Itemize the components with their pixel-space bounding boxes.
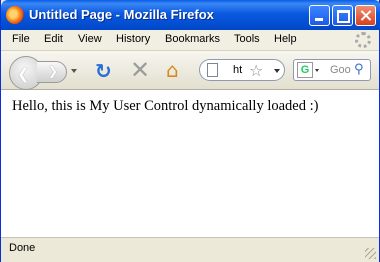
search-engine-dropdown-icon[interactable] xyxy=(315,69,319,72)
menu-edit[interactable]: Edit xyxy=(44,33,63,45)
resize-grip-icon[interactable] xyxy=(365,248,376,259)
menu-tools[interactable]: Tools xyxy=(234,33,260,45)
firefox-logo-icon xyxy=(6,6,24,24)
maximize-button[interactable] xyxy=(332,5,353,26)
search-icon[interactable]: ⚲ xyxy=(354,62,364,77)
title-bar[interactable]: Untitled Page - Mozilla Firefox xyxy=(1,0,380,30)
forward-button[interactable]: ❯ xyxy=(37,61,67,83)
page-message: Hello, this is My User Control dynamical… xyxy=(12,98,319,114)
url-input[interactable]: ht xyxy=(233,64,242,76)
navigation-toolbar: ❮ ❯ ↻ ✕ ⌂ ht ☆ G Goo ⚲ xyxy=(1,51,379,90)
page-icon xyxy=(207,63,218,77)
status-bar: Done xyxy=(1,237,379,262)
history-dropdown-icon[interactable] xyxy=(71,69,77,73)
menu-history[interactable]: History xyxy=(116,33,150,45)
stop-icon[interactable]: ✕ xyxy=(130,56,150,84)
reload-icon[interactable]: ↻ xyxy=(95,59,112,83)
close-button[interactable] xyxy=(355,5,376,26)
url-bar[interactable]: ht ☆ xyxy=(199,59,285,81)
menu-bar: File Edit View History Bookmarks Tools H… xyxy=(1,30,379,51)
window-title: Untitled Page - Mozilla Firefox xyxy=(29,7,214,22)
forward-arrow-icon: ❯ xyxy=(48,64,59,78)
menu-file[interactable]: File xyxy=(12,33,30,45)
search-input[interactable]: Goo xyxy=(330,64,351,76)
browser-window: Untitled Page - Mozilla Firefox File Edi… xyxy=(0,0,380,262)
activity-throbber-icon xyxy=(355,32,371,48)
page-content: Hello, this is My User Control dynamical… xyxy=(1,90,379,237)
bookmark-star-icon[interactable]: ☆ xyxy=(249,61,263,80)
home-icon[interactable]: ⌂ xyxy=(166,58,179,82)
menu-help[interactable]: Help xyxy=(274,33,297,45)
status-text: Done xyxy=(9,242,36,254)
minimize-button[interactable] xyxy=(309,5,330,26)
search-bar[interactable]: G Goo ⚲ xyxy=(293,59,371,81)
back-arrow-icon: ❮ xyxy=(17,65,30,83)
search-engine-icon[interactable]: G xyxy=(297,62,313,78)
menu-view[interactable]: View xyxy=(78,33,102,45)
menu-bookmarks[interactable]: Bookmarks xyxy=(165,33,220,45)
url-dropdown-icon[interactable] xyxy=(274,69,280,73)
